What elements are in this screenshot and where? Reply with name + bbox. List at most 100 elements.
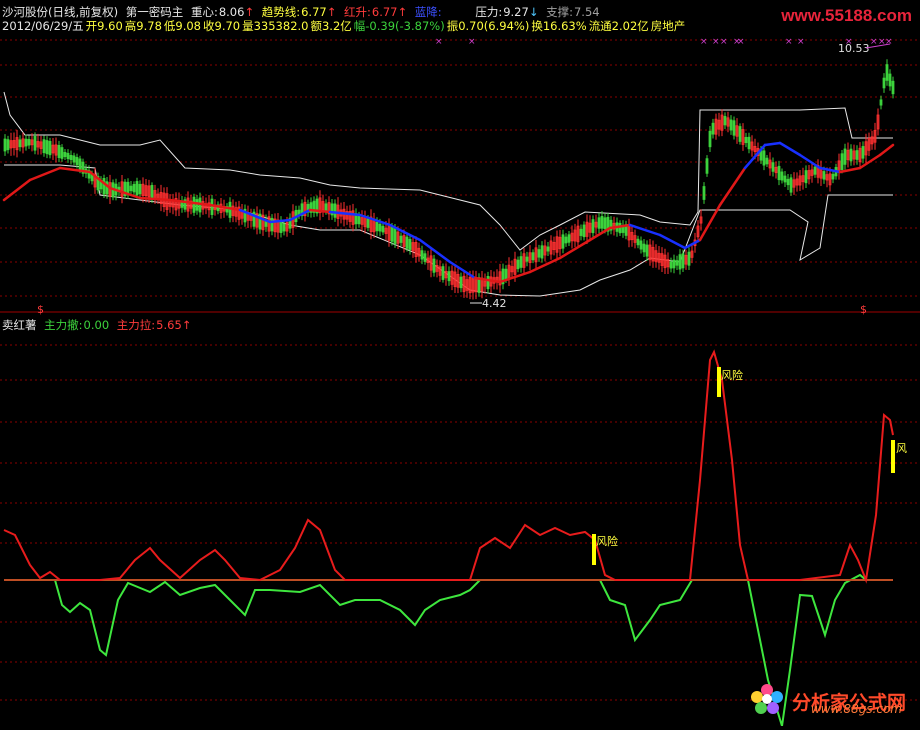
candle-body: [702, 186, 706, 200]
candle-body: [567, 234, 571, 243]
blue-down-segment: [658, 233, 687, 250]
candle-body: [390, 226, 394, 242]
watermark-bottom[interactable]: 分析家公式网 www.88gs.com: [748, 682, 906, 720]
candle-body: [747, 136, 751, 150]
candle-body: [324, 203, 328, 211]
chart-canvas[interactable]: 10.53 4.42 $ $ 风险 风险 风 × × × × × ×× × × × × × ×: [0, 0, 920, 727]
candle-body: [18, 139, 22, 148]
candle-body: [861, 146, 865, 159]
stock-name[interactable]: 沙河股份(日线,前复权): [2, 5, 118, 19]
trend-label: 趋势线:: [261, 5, 301, 19]
candle-body: [744, 136, 748, 144]
candle-body: [486, 275, 490, 290]
signal-mark: ×: [700, 37, 708, 47]
candle-body: [24, 138, 28, 147]
candle-body: [357, 215, 361, 225]
candlesticks[interactable]: [3, 59, 895, 300]
candle-body: [459, 276, 463, 289]
candle-body: [405, 236, 409, 249]
blue-down-segment: [798, 153, 822, 170]
candle-body: [441, 266, 445, 280]
candle-body: [771, 162, 775, 172]
candle-body: [537, 249, 541, 258]
candle-body: [516, 259, 520, 270]
center-label: 重心:: [190, 5, 218, 19]
risk-label-3: 风: [896, 442, 907, 455]
candle-body: [645, 244, 649, 257]
candle-body: [432, 258, 436, 273]
down-arrow-icon: ↓: [528, 5, 539, 19]
candle-body: [618, 222, 622, 234]
up-arrow-icon: ↑: [244, 5, 255, 19]
candle-body: [75, 157, 79, 166]
signal-mark: ×: [468, 37, 476, 47]
candle-body: [600, 216, 604, 229]
candle-body: [525, 256, 529, 262]
candle-body: [582, 224, 586, 238]
flower-logo-icon: [748, 682, 786, 720]
bar-sector: 房地产: [650, 19, 686, 33]
support-label: 支撑:: [546, 5, 573, 19]
bar-float: 流通2.02亿: [588, 19, 649, 33]
candle-body: [258, 213, 262, 230]
main-pull-label: 主力拉:: [116, 318, 156, 332]
center-value: 8.06: [218, 5, 245, 19]
signal-mark: ×: [712, 37, 720, 47]
blue-down-label: 蓝降:: [414, 5, 442, 19]
price-high-label: 10.53: [838, 42, 870, 55]
candle-body: [678, 254, 682, 270]
up-arrow-icon: ↑: [326, 5, 337, 19]
candle-body: [270, 217, 274, 232]
candle-body: [399, 235, 403, 243]
candle-body: [723, 116, 727, 126]
main-pull-line: [3, 349, 894, 584]
candle-body: [642, 243, 646, 253]
bar-low: 低9.08: [163, 19, 201, 33]
upper-channel: [3, 91, 893, 251]
watermark-bottom-sub: www.88gs.com: [810, 702, 902, 716]
candle-body: [789, 177, 793, 193]
bar-volume: 量335382.0: [242, 19, 309, 33]
candle-body: [738, 126, 742, 142]
indicator-name: 第一密码主: [125, 5, 184, 19]
up-arrow-icon: ↑: [397, 5, 408, 19]
candle-body: [780, 171, 784, 181]
signal-mark: ×: [785, 37, 793, 47]
candle-body: [579, 228, 583, 236]
up-arrow-icon: ↑: [181, 318, 192, 332]
candle-body: [393, 227, 397, 244]
candle-body: [333, 203, 337, 218]
signal-mark: ×: [870, 37, 878, 47]
candle-body: [672, 259, 676, 269]
candle-body: [849, 148, 853, 162]
candle-body: [210, 198, 214, 215]
candle-body: [69, 154, 73, 161]
header-line-1: 沙河股份(日线,前复权) 第一密码主 重心:8.06↑ 趋势线:6.77↑ 红升…: [2, 5, 604, 19]
bar-amount: 额3.2亿: [310, 19, 352, 33]
candle-body: [282, 223, 286, 232]
candle-body: [378, 223, 382, 232]
candle-body: [732, 120, 736, 136]
candle-body: [840, 153, 844, 170]
candle-body: [135, 181, 139, 196]
main-withdraw-value: 0.00: [83, 318, 110, 332]
bar-open: 开9.60: [85, 19, 123, 33]
support-value: 7.54: [573, 5, 600, 19]
watermark-top[interactable]: www.55188.com: [781, 6, 912, 26]
chart-window: 10.53 4.42 $ $ 风险 风险 风 × × × × × × × × × × × × × 沙河股…: [0, 0, 920, 727]
candle-body: [786, 178, 790, 186]
top-signal-marks: × × × × × ×× × × × × × ×: [435, 37, 893, 47]
candle-body: [675, 260, 679, 266]
red-up-segment: [718, 166, 747, 207]
candle-body: [27, 138, 31, 146]
candle-body: [831, 173, 835, 180]
candle-body: [3, 138, 7, 152]
indicator-title[interactable]: 卖红薯: [2, 318, 37, 332]
signal-mark: ×: [845, 37, 853, 47]
indicator-lines: [3, 349, 894, 727]
candle-body: [603, 217, 607, 230]
candle-body: [381, 225, 385, 233]
candle-body: [279, 220, 283, 233]
candle-body: [822, 171, 826, 180]
header-line-2: 2012/06/29/五 开9.60 高9.78 低9.08 收9.70 量335382.…: [2, 19, 689, 33]
